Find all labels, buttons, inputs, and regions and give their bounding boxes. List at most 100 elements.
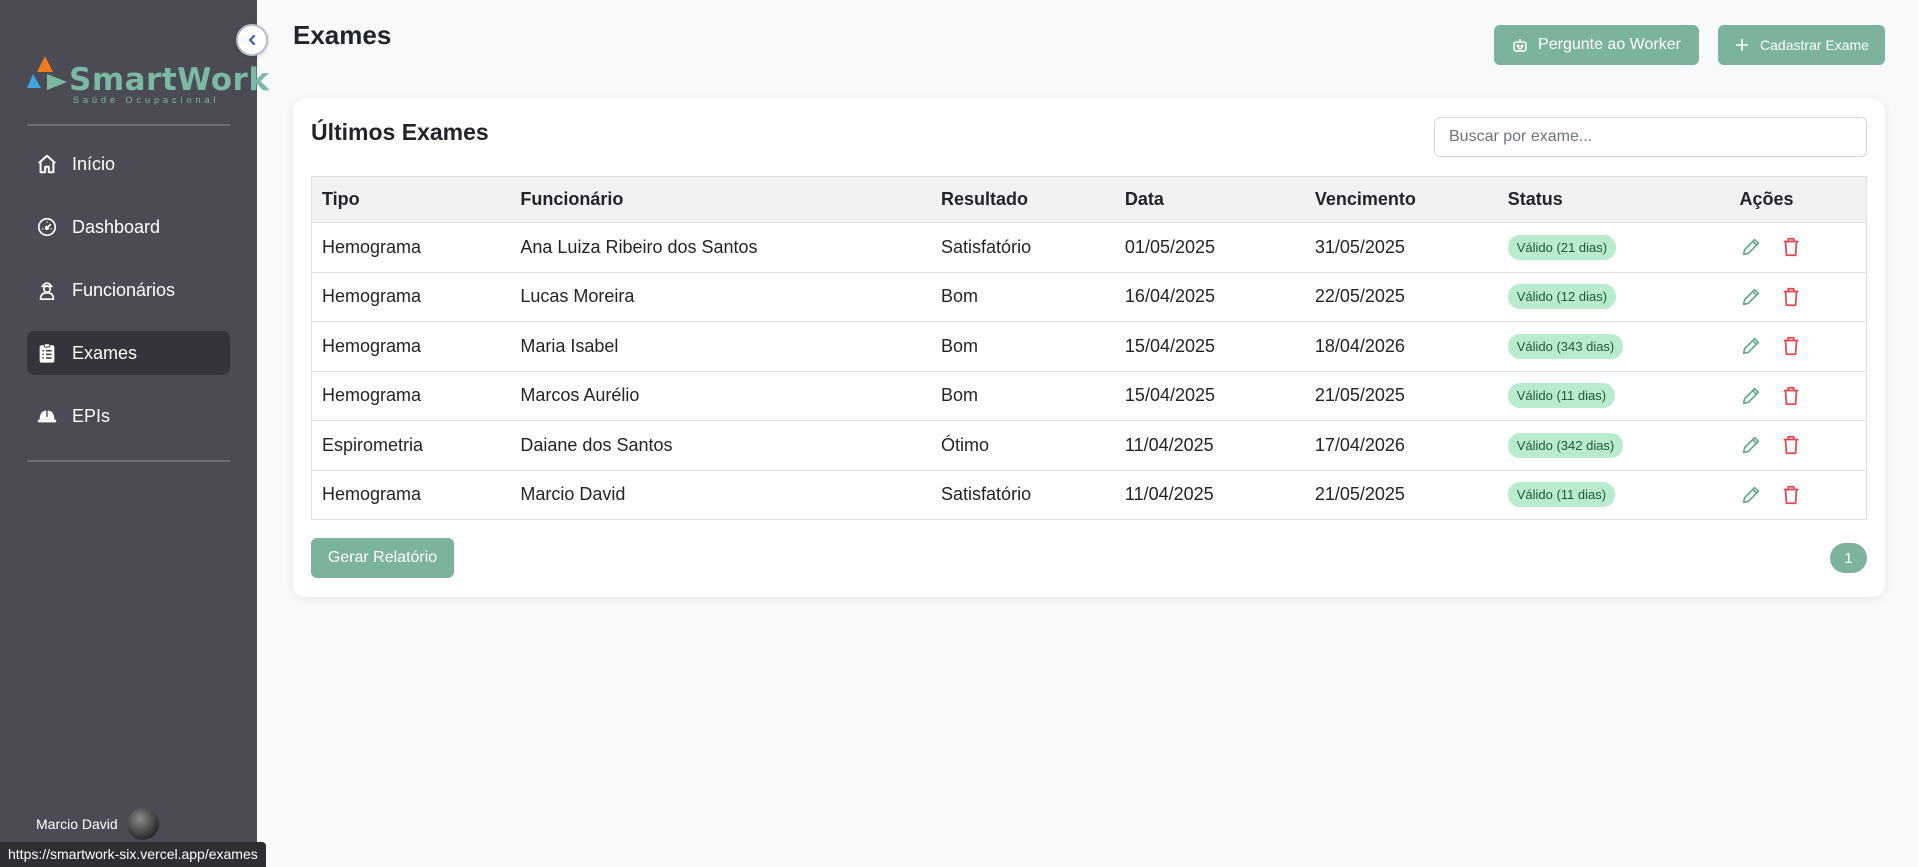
add-exam-button[interactable]: Cadastrar Exame: [1718, 25, 1885, 65]
delete-trash-icon[interactable]: [1780, 385, 1802, 407]
cell-actions: [1729, 371, 1867, 421]
sidebar-nav: Início Dashboard Funcionários Exames EPI…: [27, 142, 230, 457]
cell-data: 15/04/2025: [1114, 321, 1305, 372]
cell-tipo: Hemograma: [311, 222, 511, 273]
cell-funcionario: Lucas Moreira: [510, 272, 932, 322]
sidebar-collapse-button[interactable]: [236, 24, 268, 56]
cell-status: Válido (11 dias): [1497, 470, 1730, 520]
sidebar-divider-bottom: [27, 460, 230, 462]
delete-trash-icon[interactable]: [1780, 335, 1802, 357]
sidebar-item-epis[interactable]: EPIs: [27, 394, 230, 438]
generate-report-button[interactable]: Gerar Relatório: [311, 538, 454, 578]
column-header-status[interactable]: Status: [1497, 176, 1730, 223]
table-row: Hemograma Maria Isabel Bom 15/04/2025 18/04/…: [311, 321, 1867, 372]
cell-funcionario: Marcos Aurélio: [510, 371, 932, 421]
cell-data: 01/05/2025: [1114, 222, 1305, 273]
row-actions: [1740, 236, 1867, 258]
clipboard-icon: [35, 341, 59, 365]
edit-pencil-icon[interactable]: [1740, 335, 1762, 357]
card-title: Últimos Exames: [311, 119, 489, 145]
cell-actions: [1729, 321, 1867, 372]
gauge-icon: [35, 215, 59, 239]
exams-table: Tipo Funcionário Resultado Data Vencimen…: [311, 176, 1867, 520]
status-badge: Válido (343 dias): [1507, 333, 1624, 359]
sidebar-divider-top: [27, 124, 230, 126]
edit-pencil-icon[interactable]: [1740, 286, 1762, 308]
sidebar-item-label: EPIs: [72, 405, 111, 426]
cell-data: 11/04/2025: [1114, 420, 1305, 471]
robot-icon: [1513, 39, 1527, 52]
cell-actions: [1729, 222, 1867, 273]
cell-data: 11/04/2025: [1114, 470, 1305, 520]
cell-resultado: Bom: [931, 272, 1115, 322]
page-title: Exames: [293, 20, 392, 50]
column-header-vencimento[interactable]: Vencimento: [1304, 176, 1498, 223]
table-row: Hemograma Lucas Moreira Bom 16/04/2025 22/05…: [311, 272, 1867, 322]
row-actions: [1740, 484, 1867, 506]
cell-status: Válido (12 dias): [1497, 272, 1730, 322]
status-badge: Válido (342 dias): [1507, 432, 1624, 458]
row-actions: [1740, 286, 1867, 308]
table-row: Espirometria Daiane dos Santos Ótimo 11/04/…: [311, 420, 1867, 471]
cell-resultado: Ótimo: [931, 420, 1115, 471]
sidebar-item-label: Início: [72, 153, 116, 174]
row-actions: [1740, 434, 1867, 456]
table-row: Hemograma Ana Luiza Ribeiro dos Santos Sat…: [311, 222, 1867, 273]
cell-tipo: Hemograma: [311, 470, 511, 520]
logo-tagline: Saúde Ocupacional: [73, 95, 220, 105]
edit-pencil-icon[interactable]: [1740, 484, 1762, 506]
user-profile[interactable]: Marcio David: [36, 808, 159, 840]
sidebar-item-dashboard[interactable]: Dashboard: [27, 205, 230, 249]
cell-vencimento: 22/05/2025: [1304, 272, 1498, 322]
sidebar-item-funcionarios[interactable]: Funcionários: [27, 268, 230, 312]
chevron-left-icon: [248, 34, 256, 46]
cell-vencimento: 21/05/2025: [1304, 371, 1498, 421]
cell-funcionario: Maria Isabel: [510, 321, 932, 372]
cell-actions: [1729, 470, 1867, 520]
cell-data: 16/04/2025: [1114, 272, 1305, 322]
status-badge: Válido (12 dias): [1507, 284, 1617, 310]
delete-trash-icon[interactable]: [1780, 434, 1802, 456]
exams-card: Últimos Exames Tipo Funcionário Resultad…: [293, 99, 1885, 597]
sidebar-item-inicio[interactable]: Início: [27, 142, 230, 186]
cell-resultado: Bom: [931, 371, 1115, 421]
row-actions: [1740, 385, 1867, 407]
sidebar-item-label: Exames: [72, 342, 138, 363]
column-header-resultado[interactable]: Resultado: [931, 176, 1115, 223]
delete-trash-icon[interactable]: [1780, 286, 1802, 308]
cell-status: Válido (11 dias): [1497, 371, 1730, 421]
search-input[interactable]: [1434, 117, 1867, 157]
cell-status: Válido (343 dias): [1497, 321, 1730, 372]
edit-pencil-icon[interactable]: [1740, 236, 1762, 258]
delete-trash-icon[interactable]: [1780, 484, 1802, 506]
edit-pencil-icon[interactable]: [1740, 385, 1762, 407]
pagination-page-1[interactable]: 1: [1830, 543, 1867, 573]
cell-status: Válido (21 dias): [1497, 222, 1730, 273]
cell-funcionario: Ana Luiza Ribeiro dos Santos: [510, 222, 932, 273]
cell-resultado: Bom: [931, 321, 1115, 372]
delete-trash-icon[interactable]: [1780, 236, 1802, 258]
cell-vencimento: 31/05/2025: [1304, 222, 1498, 273]
ask-worker-button[interactable]: Pergunte ao Worker: [1494, 25, 1699, 65]
cell-tipo: Hemograma: [311, 272, 511, 322]
status-badge: Válido (11 dias): [1507, 383, 1616, 409]
column-header-data[interactable]: Data: [1114, 176, 1305, 223]
cell-tipo: Hemograma: [311, 321, 511, 372]
table-body: Hemograma Ana Luiza Ribeiro dos Santos Sat…: [311, 222, 1867, 520]
cell-actions: [1729, 420, 1867, 471]
smartwork-logo[interactable]: SmartWork Saúde Ocupacional: [27, 52, 269, 106]
row-actions: [1740, 335, 1867, 357]
edit-pencil-icon[interactable]: [1740, 434, 1762, 456]
status-badge: Válido (21 dias): [1507, 234, 1617, 260]
cell-resultado: Satisfatório: [931, 222, 1115, 273]
cell-tipo: Espirometria: [311, 420, 511, 471]
cell-resultado: Satisfatório: [931, 470, 1115, 520]
sidebar-item-exames[interactable]: Exames: [27, 331, 230, 375]
home-icon: [35, 152, 59, 176]
cell-actions: [1729, 272, 1867, 322]
logo-mark-icon: [27, 56, 67, 90]
column-header-funcionario[interactable]: Funcionário: [510, 176, 932, 223]
column-header-tipo[interactable]: Tipo: [311, 176, 511, 223]
logo-text: SmartWork: [69, 62, 270, 98]
helmet-icon: [35, 404, 59, 428]
